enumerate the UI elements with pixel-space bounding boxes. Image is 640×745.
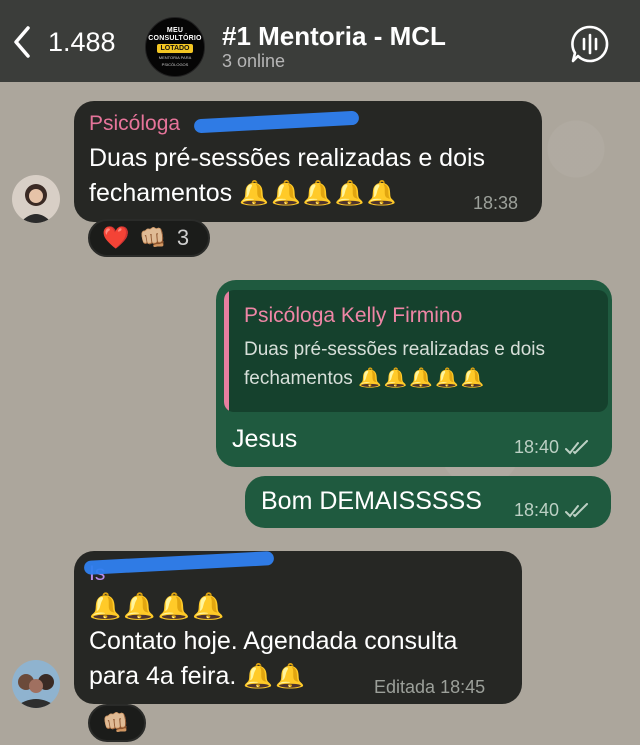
quote-bell-emojis: 🔔🔔🔔🔔🔔	[358, 368, 487, 389]
fist-icon: 👊🏼	[139, 225, 167, 250]
quote-text-line-1: Duas pré-sessões realizadas e dois	[244, 339, 545, 360]
message-time-row: 18:40	[514, 437, 589, 458]
voice-chat-icon[interactable]	[570, 24, 610, 64]
message-text-line-1: Contato hoje. Agendada consulta	[89, 627, 458, 655]
group-avatar[interactable]: MEU CONSULTÓRIO LOTADO MENTORIA PARA PSI…	[145, 17, 205, 77]
online-status: 3 online	[222, 51, 286, 71]
back-button[interactable]: 1.488	[10, 22, 120, 62]
message-time: 18:45	[440, 677, 486, 697]
reply-quote[interactable]: Psicóloga Kelly Firmino Duas pré-sessões…	[224, 290, 608, 412]
redaction-scribble	[83, 551, 275, 575]
double-check-icon	[565, 439, 589, 454]
message-text-line-1: Duas pré-sessões realizadas e dois	[89, 144, 486, 172]
message-bubble-3[interactable]: Bom DEMAISSSSS 18:40	[245, 476, 611, 528]
bell-emojis: 🔔🔔🔔🔔🔔	[239, 180, 399, 207]
logo-small-1: MENTORIA PARA	[158, 55, 192, 60]
message-sender[interactable]: Psicóloga	[89, 112, 180, 136]
message-text: fechamentos	[89, 179, 233, 207]
message-text-line-2: para 4a feira. 🔔🔔	[89, 659, 307, 694]
message-bubble-1[interactable]: Psicóloga Duas pré-sessões realizadas e …	[74, 101, 542, 222]
message-text: Jesus	[232, 425, 298, 453]
message-text: para 4a feira.	[89, 662, 237, 690]
fist-icon: 👊🏼	[102, 710, 130, 735]
bell-emojis: 🔔🔔	[243, 663, 308, 690]
message-time: 18:38	[473, 193, 519, 213]
message-text-line-2: fechamentos 🔔🔔🔔🔔🔔	[89, 176, 399, 211]
message-bubble-4[interactable]: Is 🔔🔔🔔🔔 Contato hoje. Agendada consulta …	[74, 551, 522, 704]
quote-accent-bar	[224, 290, 229, 412]
message-text: Bom DEMAISSSSS	[261, 487, 482, 515]
reaction-count: 3	[176, 225, 190, 250]
redaction-scribble	[193, 110, 360, 134]
quote-sender: Psicóloga Kelly Firmino	[244, 304, 463, 327]
message-time: 18:40	[514, 437, 560, 457]
quote-text-line-2: fechamentos 🔔🔔🔔🔔🔔	[244, 366, 486, 390]
sender-avatar-1[interactable]	[12, 175, 60, 223]
message-time: 18:40	[514, 500, 560, 520]
heart-icon: ❤️	[102, 225, 130, 250]
chevron-left-icon	[14, 26, 30, 58]
quote-text: fechamentos	[244, 368, 353, 389]
group-photo-avatar-icon	[12, 660, 60, 708]
reaction-chip[interactable]: ❤️ 👊🏼 3	[88, 219, 210, 257]
logo-small-2: PSICÓLOGOS	[161, 62, 189, 67]
logo-badge: LOTADO	[157, 44, 193, 53]
sender-avatar-2[interactable]	[12, 660, 60, 708]
reaction-chip[interactable]: 👊🏼	[88, 704, 146, 742]
message-time-row: Editada 18:45	[374, 677, 485, 698]
edited-label: Editada	[374, 677, 436, 697]
double-check-icon	[565, 502, 589, 517]
bell-emojis: 🔔🔔🔔🔔	[89, 591, 227, 621]
chat-header: 1.488 MEU CONSULTÓRIO LOTADO MENTORIA PA…	[0, 0, 640, 82]
message-time-row: 18:40	[514, 500, 589, 521]
unread-count: 1.488	[48, 26, 116, 57]
logo-text-1: MEU	[166, 27, 184, 34]
logo-text-2: CONSULTÓRIO	[148, 35, 202, 42]
chat-title[interactable]: #1 Mentoria - MCL	[222, 21, 446, 52]
person-avatar-icon	[12, 175, 60, 223]
